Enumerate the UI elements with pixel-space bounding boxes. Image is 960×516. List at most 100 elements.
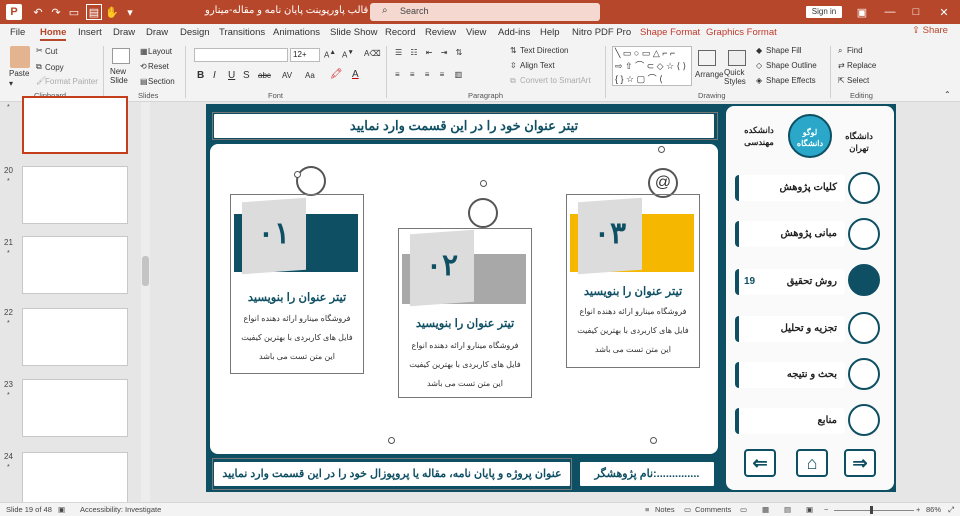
- zoom-slider-thumb[interactable]: [870, 506, 873, 514]
- tab-transitions[interactable]: Transitions: [219, 27, 265, 38]
- close-icon[interactable]: ✕: [936, 4, 952, 20]
- search-box[interactable]: ⌕ Search: [370, 3, 600, 21]
- tab-design[interactable]: Design: [180, 27, 210, 38]
- tab-add-ins[interactable]: Add-ins: [498, 27, 530, 38]
- tab-insert[interactable]: Insert: [78, 27, 102, 38]
- next-arrow-icon[interactable]: ⇒: [844, 449, 876, 477]
- clear-formatting-icon[interactable]: A⌫: [364, 49, 381, 58]
- paste-button[interactable]: Paste: [9, 69, 29, 78]
- paste-dropdown-icon[interactable]: ▾: [9, 79, 13, 88]
- zoom-level[interactable]: 86%: [926, 505, 941, 514]
- grid-icon[interactable]: ▤: [86, 4, 102, 20]
- tab-graphics-format[interactable]: Graphics Format: [706, 27, 777, 38]
- quick-styles-button[interactable]: Quick Styles: [724, 68, 754, 86]
- slide-thumbnail-19[interactable]: [22, 96, 128, 154]
- zoom-out-icon[interactable]: −: [824, 505, 828, 514]
- sidebar-item-generalities[interactable]: کلیات پژوهش: [735, 175, 845, 201]
- reading-view-icon[interactable]: ▤: [784, 505, 791, 514]
- list-buttons[interactable]: ☰ ☷ ⇤ ⇥ ⇅: [395, 48, 465, 57]
- collapse-ribbon-icon[interactable]: ⌃: [944, 90, 951, 99]
- section-button[interactable]: Section: [148, 77, 175, 86]
- select-button[interactable]: Select: [847, 76, 869, 85]
- rotation-handle[interactable]: [388, 437, 395, 444]
- tab-file[interactable]: File: [10, 27, 25, 38]
- tab-record[interactable]: Record: [385, 27, 416, 38]
- university-label[interactable]: دانشگاه تهران: [836, 130, 882, 154]
- share-button[interactable]: ⇪ Share: [912, 25, 948, 36]
- scrollbar-thumb[interactable]: [142, 256, 149, 286]
- highlight-color-icon[interactable]: 🖍: [330, 69, 343, 80]
- text-direction-button[interactable]: Text Direction: [520, 46, 568, 55]
- home-icon[interactable]: ⌂: [796, 449, 828, 477]
- find-button[interactable]: Find: [847, 46, 863, 55]
- rotation-handle[interactable]: [650, 437, 657, 444]
- layout-button[interactable]: Layout: [148, 47, 172, 56]
- start-slideshow-icon[interactable]: ▭: [66, 4, 82, 20]
- new-slide-button[interactable]: New Slide: [110, 67, 140, 85]
- thumbnail-scrollbar[interactable]: [141, 102, 150, 502]
- shape-effects-button[interactable]: Shape Effects: [766, 76, 816, 85]
- rotation-handle[interactable]: [480, 180, 487, 187]
- slide-thumbnail-20[interactable]: [22, 166, 128, 224]
- tab-animations[interactable]: Animations: [273, 27, 320, 38]
- rotation-handle[interactable]: [294, 171, 301, 178]
- customize-quick-access-icon[interactable]: ▾: [122, 4, 138, 20]
- rotation-handle[interactable]: [658, 146, 665, 153]
- touch-mode-icon[interactable]: ✋: [104, 4, 120, 20]
- character-spacing-button[interactable]: AV: [282, 71, 292, 80]
- comments-button[interactable]: Comments: [695, 505, 731, 514]
- sidebar-item-discussion[interactable]: بحث و نتیجه: [735, 362, 845, 388]
- minimize-icon[interactable]: —: [882, 4, 898, 20]
- increase-font-icon[interactable]: A▲: [324, 49, 336, 60]
- shape-fill-button[interactable]: Shape Fill: [766, 46, 802, 55]
- underline-button[interactable]: U: [228, 70, 235, 81]
- undo-icon[interactable]: ↶: [30, 4, 46, 20]
- copy-button[interactable]: Copy: [45, 63, 64, 72]
- shadow-button[interactable]: S: [243, 70, 250, 81]
- shapes-gallery[interactable]: ╲ ▭ ○ ▭ △ ⌐ ⌐ ⇨ ⇧ ⌒ ⊂ ◇ ☆ ⟨ ⟩{ } ☆ ▢ ⌒ ⟨: [612, 46, 692, 86]
- card-1-body[interactable]: فروشگاه مینارو ارائه دهنده انواع فایل های…: [232, 309, 362, 366]
- tab-draw[interactable]: Draw: [113, 27, 135, 38]
- fit-slide-icon[interactable]: ⤢: [948, 505, 954, 515]
- tab-help[interactable]: Help: [540, 27, 560, 38]
- slide-thumbnail-23[interactable]: [22, 379, 128, 437]
- slide-sorter-icon[interactable]: ▦: [762, 505, 769, 514]
- slide-thumbnail-21[interactable]: [22, 236, 128, 294]
- tab-draw-2[interactable]: Draw: [146, 27, 168, 38]
- align-text-button[interactable]: Align Text: [520, 61, 555, 70]
- sidebar-item-foundations[interactable]: مبانی پژوهش: [735, 221, 845, 247]
- alignment-buttons[interactable]: ≡ ≡ ≡ ≡ ▥: [395, 70, 466, 79]
- slideshow-view-icon[interactable]: ▣: [806, 505, 813, 514]
- format-painter-button[interactable]: Format Painter: [45, 77, 98, 86]
- arrange-button[interactable]: Arrange: [695, 70, 723, 79]
- faculty-label[interactable]: دانشکده مهندسی: [734, 124, 784, 148]
- strikethrough-button[interactable]: abc: [258, 71, 271, 80]
- card-3-body[interactable]: فروشگاه مینارو ارائه دهنده انواع فایل های…: [568, 302, 698, 359]
- tab-shape-format[interactable]: Shape Format: [640, 27, 700, 38]
- previous-arrow-icon[interactable]: ⇐: [744, 449, 776, 477]
- card-2-body[interactable]: فروشگاه مینارو ارائه دهنده انواع فایل های…: [400, 336, 530, 393]
- cut-button[interactable]: Cut: [45, 47, 57, 56]
- zoom-slider[interactable]: [834, 510, 914, 511]
- redo-icon[interactable]: ↷: [48, 4, 64, 20]
- ribbon-display-icon[interactable]: ▣: [854, 4, 870, 20]
- quick-styles-icon[interactable]: [728, 50, 746, 66]
- zoom-in-icon[interactable]: +: [916, 505, 920, 514]
- arrange-icon[interactable]: [698, 50, 716, 66]
- font-size-input[interactable]: 12+: [290, 48, 320, 62]
- sign-in-button[interactable]: Sign in: [806, 6, 842, 18]
- font-name-input[interactable]: [194, 48, 288, 62]
- tab-slide-show[interactable]: Slide Show: [330, 27, 378, 38]
- paste-icon[interactable]: [10, 46, 30, 68]
- slide-footer-project-title[interactable]: عنوان پروژه و پایان نامه، مقاله یا پروپو…: [212, 460, 572, 488]
- sidebar-item-analysis[interactable]: تجزیه و تحلیل: [735, 316, 845, 342]
- university-logo[interactable]: لوگو دانشگاه: [788, 114, 832, 158]
- tab-view[interactable]: View: [466, 27, 486, 38]
- new-slide-icon[interactable]: [112, 48, 130, 64]
- card-1-title[interactable]: تیتر عنوان را بنویسید: [232, 290, 362, 304]
- accessibility-status[interactable]: Accessibility: Investigate: [80, 505, 161, 514]
- tab-nitro-pdf[interactable]: Nitro PDF Pro: [572, 27, 631, 38]
- spelling-icon[interactable]: ▣: [58, 505, 65, 514]
- shape-outline-button[interactable]: Shape Outline: [766, 61, 817, 70]
- tab-home[interactable]: Home: [40, 27, 67, 41]
